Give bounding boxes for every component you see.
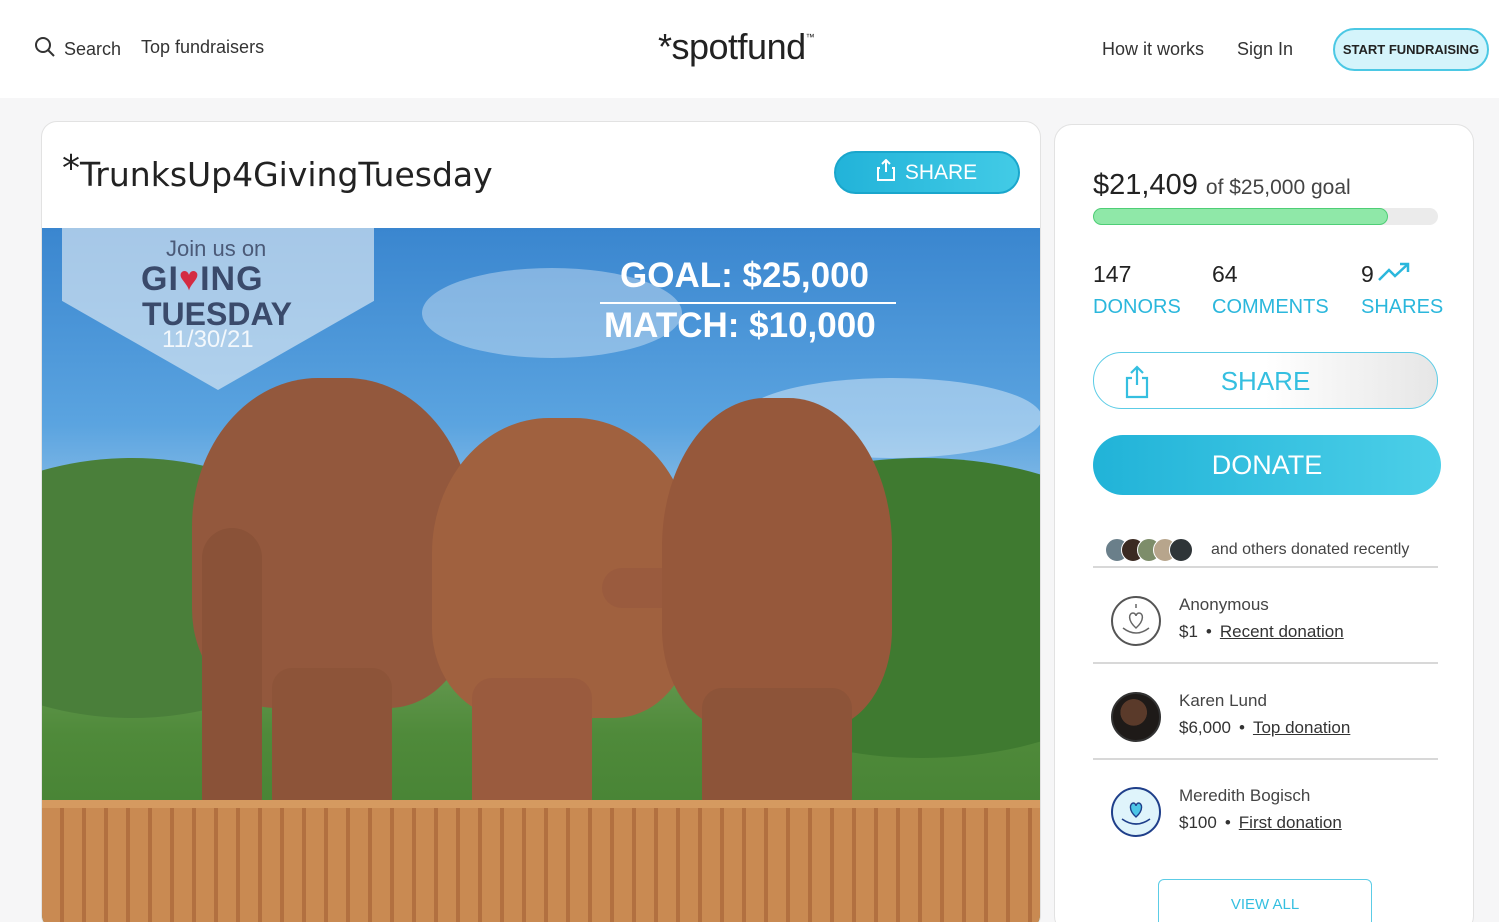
donor-amount: $1 xyxy=(1179,622,1198,641)
top-fundraisers-link[interactable]: Top fundraisers xyxy=(141,37,264,58)
donor-item: Meredith Bogisch $100 • First donation xyxy=(1093,759,1438,851)
donor-name: Anonymous xyxy=(1179,595,1269,614)
campaign-title: *TrunksUp4GivingTuesday xyxy=(62,148,493,195)
donation-panel: $21,409 of $25,000 goal 147 DONORS 64 CO… xyxy=(1054,124,1474,922)
progress-bar xyxy=(1093,208,1438,225)
raised-amount: $21,409 xyxy=(1093,169,1198,201)
campaign-image: Join us on GI♥ING TUESDAY 11/30/21 GOAL:… xyxy=(42,228,1040,922)
first-donation-link[interactable]: First donation xyxy=(1239,813,1342,832)
title-asterisk: * xyxy=(62,148,80,189)
share-button[interactable]: SHARE xyxy=(1093,352,1438,409)
giving-date: 11/30/21 xyxy=(162,326,254,353)
logo-text: *spotfund xyxy=(658,26,806,67)
top-donation-link[interactable]: Top donation xyxy=(1253,718,1350,737)
separator-dot: • xyxy=(1224,813,1231,832)
donor-amount: $100 xyxy=(1179,813,1217,832)
donate-button[interactable]: DONATE xyxy=(1093,435,1441,495)
comments-label: COMMENTS xyxy=(1212,296,1329,318)
separator-dot: • xyxy=(1205,622,1212,641)
trending-icon xyxy=(1377,261,1410,288)
donor-item: Anonymous $1 • Recent donation xyxy=(1093,568,1438,660)
start-fundraising-button[interactable]: START FUNDRAISING xyxy=(1333,28,1489,71)
heart-icon: ♥ xyxy=(178,260,201,298)
giving-pre: GI xyxy=(141,260,179,298)
logo-trademark: ™ xyxy=(805,32,815,42)
elephant-right xyxy=(662,398,892,728)
amount-raised: $21,409 of $25,000 goal xyxy=(1093,169,1351,202)
how-it-works-link[interactable]: How it works xyxy=(1102,39,1204,60)
goal-text: of $25,000 goal xyxy=(1205,176,1351,199)
anonymous-avatar xyxy=(1111,596,1161,646)
recent-donors-text: and others donated recently xyxy=(1211,541,1410,558)
sign-in-link[interactable]: Sign In xyxy=(1237,39,1293,60)
donor-item: Karen Lund $6,000 • Top donation xyxy=(1093,664,1438,756)
image-match-text: MATCH: $10,000 xyxy=(604,306,876,345)
heart-hand-icon xyxy=(1121,802,1151,825)
spotfund-logo[interactable]: *spotfund™ xyxy=(658,26,815,68)
image-divider xyxy=(600,302,896,304)
giving-text: GI♥ING xyxy=(141,260,264,299)
donor-name: Meredith Bogisch xyxy=(1179,786,1311,805)
avatar xyxy=(1169,538,1193,562)
comments-stat[interactable]: 64 COMMENTS xyxy=(1212,261,1329,319)
giving-post: ING xyxy=(200,260,264,298)
top-header: Search Top fundraisers *spotfund™ How it… xyxy=(0,0,1499,98)
progress-fill xyxy=(1093,208,1389,225)
share-label: SHARE xyxy=(904,160,978,184)
title-text: TrunksUp4GivingTuesday xyxy=(80,155,493,194)
fence xyxy=(42,808,1040,922)
donor-amount: $6,000 xyxy=(1179,718,1231,737)
donor-amount-row: $1 • Recent donation xyxy=(1179,622,1344,642)
campaign-card: *TrunksUp4GivingTuesday SHARE Join us on… xyxy=(41,121,1041,922)
donor-name: Karen Lund xyxy=(1179,691,1267,710)
recent-donation-link[interactable]: Recent donation xyxy=(1220,622,1344,641)
shares-count: 9 xyxy=(1361,261,1374,287)
image-goal-text: GOAL: $25,000 xyxy=(620,256,869,295)
donors-label: DONORS xyxy=(1093,296,1181,318)
search-link[interactable]: Search xyxy=(34,36,121,63)
comments-count: 64 xyxy=(1212,261,1238,287)
donors-stat[interactable]: 147 DONORS xyxy=(1093,261,1181,319)
recent-donor-avatars xyxy=(1105,538,1193,562)
shares-stat[interactable]: 9 SHARES xyxy=(1361,261,1443,319)
karen-avatar xyxy=(1111,692,1161,742)
donor-amount-row: $6,000 • Top donation xyxy=(1179,718,1350,738)
donor-amount-row: $100 • First donation xyxy=(1179,813,1342,833)
donors-count: 147 xyxy=(1093,261,1132,287)
meredith-avatar xyxy=(1111,787,1161,837)
shares-count-row: 9 xyxy=(1361,261,1443,288)
heart-hand-icon xyxy=(1122,604,1150,634)
shares-label: SHARES xyxy=(1361,296,1444,318)
join-text: Join us on xyxy=(166,236,267,261)
view-all-button[interactable]: VIEW ALL xyxy=(1158,879,1372,922)
share-button-top[interactable]: SHARE xyxy=(834,151,1020,194)
share-icon xyxy=(876,158,895,187)
search-icon xyxy=(34,36,56,63)
search-label: Search xyxy=(64,39,122,59)
separator-dot: • xyxy=(1239,718,1245,737)
share-button-label: SHARE xyxy=(1220,366,1311,396)
